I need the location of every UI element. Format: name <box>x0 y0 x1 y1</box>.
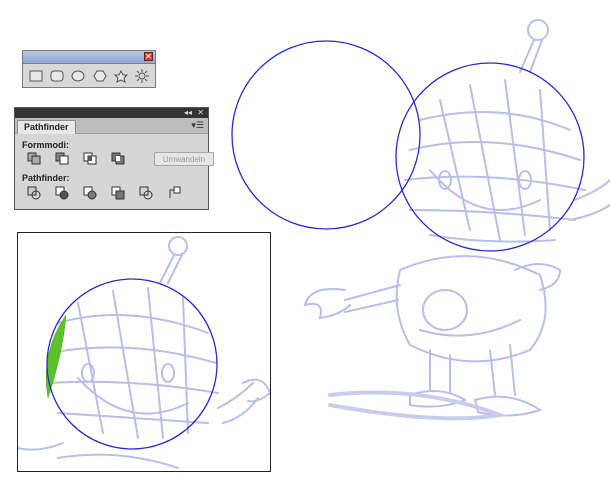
pathfinder-panel: ◂◂ ✕ Pathfinder ▾☰ Formmodi: Umwandeln P… <box>14 107 214 210</box>
polygon-icon[interactable] <box>91 67 108 85</box>
shape-toolbar: ✕ <box>22 50 156 88</box>
merge-icon[interactable] <box>81 185 98 200</box>
outline-icon[interactable] <box>137 185 154 200</box>
pathfinder-label: Pathfinder: <box>22 173 70 183</box>
expand-button[interactable]: Umwandeln <box>154 152 214 166</box>
panel-tabrow: Pathfinder ▾☰ <box>15 118 208 134</box>
intersect-icon[interactable] <box>81 151 98 166</box>
pathfinder-result-shape[interactable] <box>45 314 67 399</box>
robot-sketch <box>303 19 610 421</box>
close-icon[interactable]: ✕ <box>144 52 153 61</box>
exclude-icon[interactable] <box>109 151 126 166</box>
shape-toolbar-titlebar[interactable]: ✕ <box>23 51 155 64</box>
trim-icon[interactable] <box>53 185 70 200</box>
crop-icon[interactable] <box>109 185 126 200</box>
star-icon[interactable] <box>112 67 129 85</box>
panel-titlebar[interactable]: ◂◂ ✕ <box>15 108 208 118</box>
minus-back-icon[interactable] <box>165 185 182 200</box>
overlay-circle-left[interactable] <box>231 40 421 230</box>
shape-tools <box>23 64 155 88</box>
panel-menu-icon[interactable]: ▾☰ <box>191 120 204 131</box>
rounded-rectangle-icon[interactable] <box>48 67 65 85</box>
unite-icon[interactable] <box>25 151 42 166</box>
formmodi-label: Formmodi: <box>22 140 69 150</box>
minus-front-icon[interactable] <box>53 151 70 166</box>
formmodi-row <box>25 151 126 166</box>
preview-inset <box>17 232 271 472</box>
preview-canvas <box>18 236 270 469</box>
pathfinder-row <box>25 185 182 200</box>
ellipse-icon[interactable] <box>70 67 87 85</box>
overlay-circle-helmet[interactable] <box>395 62 585 252</box>
divide-icon[interactable] <box>25 185 42 200</box>
close-icon[interactable]: ✕ <box>197 108 204 118</box>
tab-pathfinder[interactable]: Pathfinder <box>17 120 76 134</box>
preview-helmet-circle[interactable] <box>46 278 218 450</box>
rectangle-icon[interactable] <box>27 67 44 85</box>
collapse-icon[interactable]: ◂◂ <box>184 108 192 118</box>
flare-icon[interactable] <box>134 67 151 85</box>
